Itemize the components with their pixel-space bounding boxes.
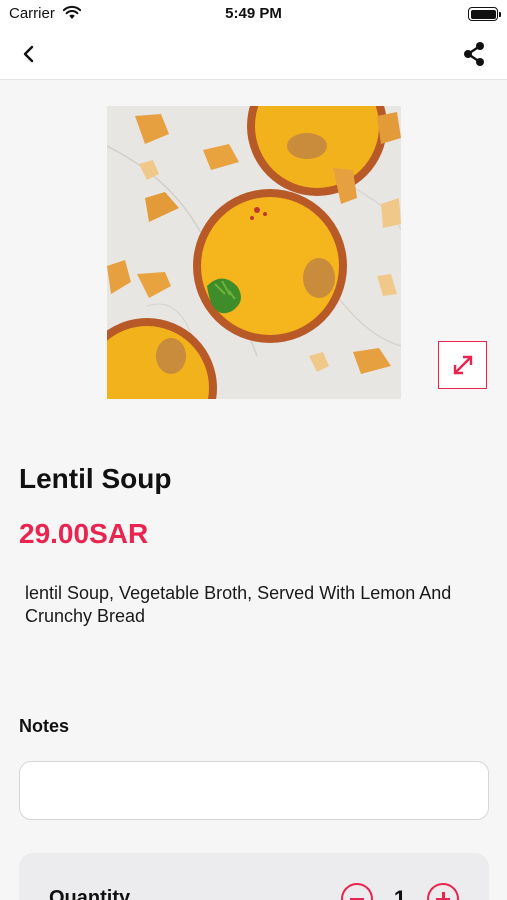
quantity-value: 1 — [393, 886, 407, 900]
chevron-left-icon — [23, 45, 34, 63]
product-description: lentil Soup, Vegetable Broth, Served Wit… — [25, 583, 452, 626]
decrease-quantity-button[interactable] — [341, 883, 373, 900]
increase-quantity-button[interactable] — [427, 883, 459, 900]
quantity-card: Quantity 1 — [19, 853, 489, 900]
status-time: 5:49 PM — [225, 5, 282, 22]
product-price: 29.00SAR — [19, 518, 149, 549]
expand-image-button[interactable] — [438, 341, 487, 389]
notes-label: Notes — [19, 716, 70, 736]
product-name: Lentil Soup — [19, 463, 172, 494]
expand-arrows-icon — [453, 355, 472, 375]
back-button[interactable] — [14, 40, 44, 68]
status-bar: Carrier 5:49 PM — [0, 0, 507, 28]
lentil-soup-photo — [107, 106, 401, 399]
quantity-label: Quantity — [49, 887, 131, 900]
battery-icon — [468, 7, 501, 21]
share-button[interactable] — [459, 39, 489, 69]
share-icon — [464, 42, 484, 66]
navigation-bar — [0, 28, 507, 80]
notes-input[interactable] — [19, 761, 489, 820]
product-image — [107, 106, 401, 399]
